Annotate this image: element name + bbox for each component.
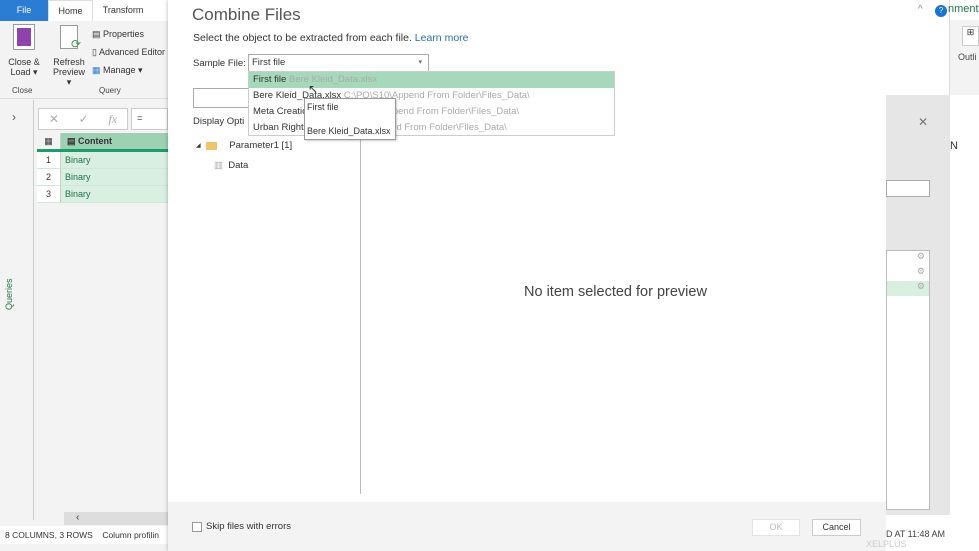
close-load-button[interactable]: Close & Load ▾ bbox=[4, 24, 44, 85]
dropdown-option[interactable]: First file Bere Kleid_Data.xlsx bbox=[249, 72, 614, 88]
group-query-label: Query bbox=[99, 86, 121, 95]
excel-ribbon-text: nment bbox=[948, 3, 979, 15]
folder-icon bbox=[205, 141, 217, 150]
chevron-down-icon: ▾ bbox=[418, 59, 422, 66]
display-options-label: Display Opti bbox=[193, 116, 245, 127]
queries-label[interactable]: Queries bbox=[4, 278, 14, 310]
horizontal-scrollbar[interactable]: ‹ bbox=[64, 512, 168, 525]
properties-button[interactable]: ▤ Properties bbox=[92, 29, 144, 40]
help-icon[interactable]: ? bbox=[935, 5, 947, 17]
confirm-formula-icon[interactable]: ✓ bbox=[79, 112, 89, 126]
dialog-footer: Skip files with errors OK Cancel bbox=[168, 502, 886, 551]
ok-button[interactable]: OK bbox=[752, 519, 800, 536]
watermark: XELPLUS bbox=[866, 539, 907, 549]
outline-label[interactable]: Outli bbox=[958, 52, 977, 62]
cancel-formula-icon[interactable]: ✕ bbox=[49, 112, 59, 126]
search-input[interactable] bbox=[193, 88, 249, 108]
cancel-button[interactable]: Cancel bbox=[812, 519, 861, 536]
table-row[interactable]: 1 Binary bbox=[37, 152, 168, 169]
tab-home[interactable]: Home bbox=[48, 0, 93, 21]
manage-button[interactable]: ▦ Manage ▾ bbox=[92, 65, 143, 76]
outline-icon[interactable]: ⊞ bbox=[962, 26, 979, 46]
sample-file-select[interactable]: First file ▾ bbox=[248, 54, 429, 72]
power-query-editor: File Home Transform Close & Load ▾ ⟳ Ref… bbox=[0, 0, 168, 551]
preview-empty-message: No item selected for preview bbox=[524, 284, 707, 300]
collapse-triangle-icon: ◢ bbox=[196, 143, 201, 149]
advanced-editor-button[interactable]: ▯ Advanced Editor bbox=[92, 47, 165, 58]
refresh-icon: ⟳ bbox=[60, 25, 81, 51]
tooltip: First file Bere Kleid_Data.xlsx bbox=[304, 98, 396, 140]
refresh-preview-button[interactable]: ⟳ Refresh Preview ▾ bbox=[50, 25, 88, 87]
mouse-cursor-icon: ↖ bbox=[308, 82, 319, 96]
gear-icon[interactable]: ⚙ bbox=[887, 266, 929, 281]
refresh-label2: Preview ▾ bbox=[52, 67, 85, 87]
pane-search-input[interactable] bbox=[886, 180, 930, 197]
close-load-label: Close & bbox=[8, 57, 40, 67]
table-row[interactable]: 3 Binary bbox=[37, 186, 168, 203]
table-row[interactable]: 2 Binary bbox=[37, 169, 168, 186]
pane-divider[interactable] bbox=[360, 130, 361, 494]
group-close-label: Close bbox=[12, 86, 33, 95]
excel-status-text: D AT 11:48 AM bbox=[886, 529, 946, 539]
refresh-label: Refresh bbox=[53, 57, 85, 67]
formula-bar[interactable]: = Tabl bbox=[131, 108, 168, 144]
table-icon[interactable]: ▦ bbox=[37, 133, 61, 149]
sample-file-label: Sample File: bbox=[193, 58, 246, 69]
queries-list: ⚙ ⚙ ⚙ bbox=[886, 250, 930, 510]
skip-errors-checkbox[interactable]: Skip files with errors bbox=[192, 521, 291, 532]
excel-background: ^ ? nment ⊞ Outli ✕ ⚙ ⚙ ⚙ N D AT 11:48 A… bbox=[866, 0, 979, 551]
queries-connections-pane: ✕ ⚙ ⚙ ⚙ bbox=[886, 95, 950, 515]
status-bar: 8 COLUMNS, 3 ROWS Column profilin bbox=[0, 526, 168, 544]
expand-chevron-icon[interactable]: › bbox=[12, 110, 16, 124]
collapse-ribbon-icon[interactable]: ^ bbox=[918, 4, 923, 15]
close-icon[interactable]: ✕ bbox=[918, 115, 928, 129]
close-load-label2: Load ▾ bbox=[10, 67, 38, 77]
queries-pane: › Queries bbox=[0, 100, 34, 520]
tab-transform[interactable]: Transform bbox=[93, 0, 153, 21]
ribbon: Close & Load ▾ ⟳ Refresh Preview ▾ ▤ Pro… bbox=[0, 21, 168, 99]
tree-node-parameter1[interactable]: ◢ Parameter1 [1] bbox=[196, 140, 292, 151]
gear-icon[interactable]: ⚙ bbox=[887, 251, 929, 266]
fx-icon[interactable]: fx bbox=[108, 112, 117, 127]
learn-more-link[interactable]: Learn more bbox=[415, 32, 469, 44]
dialog-subtitle: Select the object to be extracted from e… bbox=[193, 32, 469, 44]
column-header: N bbox=[950, 140, 958, 152]
tree-node-data[interactable]: ▥ Data bbox=[214, 160, 248, 171]
gear-icon[interactable]: ⚙ bbox=[887, 281, 929, 296]
save-icon bbox=[13, 24, 35, 50]
column-header-content[interactable]: ▤ Content bbox=[61, 133, 112, 149]
data-grid: ▦ ▤ Content 1 Binary 2 Binary 3 Binary bbox=[37, 133, 168, 203]
table-icon: ▥ bbox=[214, 160, 223, 171]
combine-files-dialog: Combine Files Select the object to be ex… bbox=[168, 0, 886, 551]
dialog-title: Combine Files bbox=[192, 5, 301, 24]
tab-file[interactable]: File bbox=[0, 0, 48, 21]
